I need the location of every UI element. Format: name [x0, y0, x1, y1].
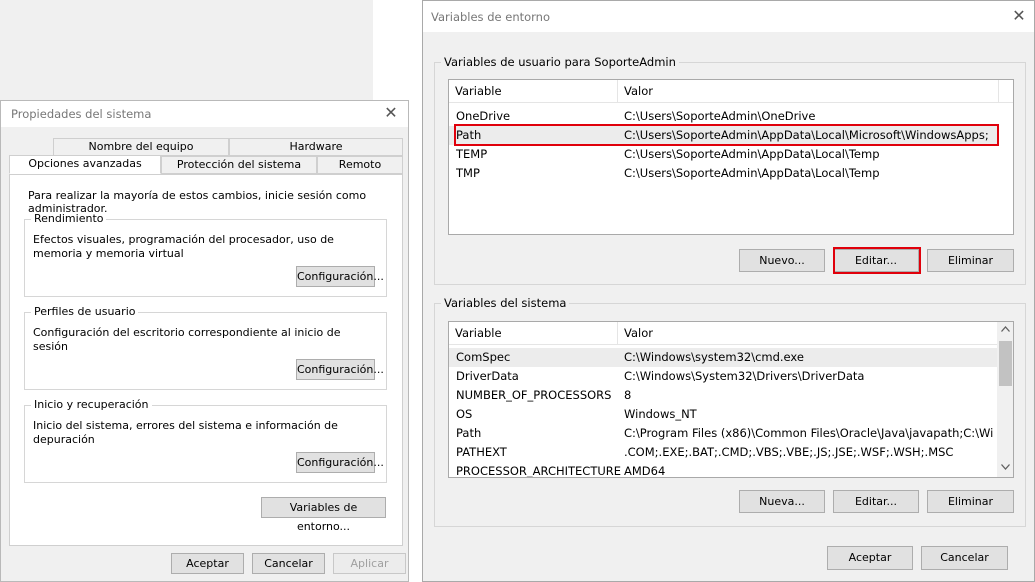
startup-recovery-settings-button[interactable]: Configuración...	[296, 452, 384, 473]
variable-name: Path	[456, 128, 482, 142]
user-variables-group: Variables de usuario para SoporteAdmin V…	[434, 55, 1026, 285]
variable-value: C:\Windows\system32\cmd.exe	[624, 350, 804, 364]
user-variables-legend: Variables de usuario para SoporteAdmin	[441, 55, 679, 69]
column-header-variable[interactable]: Variable	[449, 80, 618, 103]
variable-name: Path	[456, 426, 482, 440]
apply-button[interactable]: Aplicar	[333, 553, 406, 574]
cancel-button[interactable]: Cancelar	[252, 553, 325, 574]
list-item[interactable]: OneDrive C:\Users\SoporteAdmin\OneDrive	[449, 107, 997, 126]
env-dialog-title: Variables de entorno	[431, 10, 550, 24]
list-header: Variable Valor	[449, 80, 1013, 103]
variable-name: TMP	[456, 166, 480, 180]
variable-value: 8	[624, 388, 632, 402]
system-variables-group: Variables del sistema Variable Valor Com…	[434, 296, 1026, 527]
chevron-down-icon[interactable]	[997, 460, 1013, 477]
performance-description: Efectos visuales, programación del proce…	[33, 233, 334, 260]
dialog-title: Propiedades del sistema	[11, 107, 152, 121]
user-profiles-legend: Perfiles de usuario	[31, 305, 139, 318]
user-profiles-settings-button[interactable]: Configuración...	[296, 359, 384, 380]
variable-value: .COM;.EXE;.BAT;.CMD;.VBS;.VBE;.JS;.JSE;.…	[624, 445, 954, 459]
startup-recovery-group: Inicio y recuperación Inicio del sistema…	[24, 398, 387, 483]
list-item[interactable]: DriverData C:\Windows\System32\Drivers\D…	[449, 367, 997, 386]
vertical-scrollbar[interactable]	[997, 322, 1013, 477]
system-properties-dialog: Propiedades del sistema ✕ Nombre del equ…	[0, 100, 409, 582]
user-new-button[interactable]: Nuevo...	[739, 249, 825, 272]
list-item[interactable]: NUMBER_OF_PROCESSORS 8	[449, 386, 997, 405]
chevron-up-icon[interactable]	[997, 322, 1013, 339]
close-icon[interactable]: ✕	[380, 103, 402, 123]
list-item-selected[interactable]: ComSpec C:\Windows\system32\cmd.exe	[449, 348, 997, 367]
list-item-selected[interactable]: Path C:\Users\SoporteAdmin\AppData\Local…	[449, 126, 997, 145]
list-header: Variable Valor	[449, 322, 997, 345]
tab-advanced-options[interactable]: Opciones avanzadas	[9, 155, 161, 174]
list-item[interactable]: Path C:\Program Files (x86)\Common Files…	[449, 424, 997, 443]
env-titlebar: Variables de entorno ✕	[423, 1, 1034, 32]
variable-value: C:\Users\SoporteAdmin\AppData\Local\Temp	[624, 166, 880, 180]
scrollbar-thumb[interactable]	[999, 341, 1012, 386]
user-delete-button[interactable]: Eliminar	[927, 249, 1014, 272]
variable-name: PROCESSOR_ARCHITECTURE	[456, 464, 622, 478]
variable-name: OS	[456, 407, 473, 421]
column-header-value[interactable]: Valor	[618, 322, 997, 345]
performance-group: Rendimiento Efectos visuales, programaci…	[24, 212, 387, 297]
system-properties-titlebar: Propiedades del sistema ✕	[1, 101, 408, 127]
variable-name: OneDrive	[456, 109, 511, 123]
list-item[interactable]: OS Windows_NT	[449, 405, 997, 424]
env-ok-button[interactable]: Aceptar	[827, 546, 913, 570]
list-item[interactable]: PROCESSOR_ARCHITECTURE AMD64	[449, 462, 997, 478]
startup-recovery-description: Inicio del sistema, errores del sistema …	[33, 419, 338, 446]
list-item[interactable]: TMP C:\Users\SoporteAdmin\AppData\Local\…	[449, 164, 997, 183]
system-delete-button[interactable]: Eliminar	[927, 490, 1014, 513]
performance-legend: Rendimiento	[31, 212, 107, 225]
variable-value: Windows_NT	[624, 407, 697, 421]
variable-value: AMD64	[624, 464, 666, 478]
background-window	[0, 0, 373, 100]
variable-name: PATHEXT	[456, 445, 507, 459]
variable-value: C:\Program Files (x86)\Common Files\Orac…	[624, 426, 994, 440]
list-item[interactable]: PATHEXT .COM;.EXE;.BAT;.CMD;.VBS;.VBE;.J…	[449, 443, 997, 462]
system-variables-list[interactable]: Variable Valor ComSpec C:\Windows\system…	[448, 321, 1014, 478]
variable-name: DriverData	[456, 369, 519, 383]
variable-value: C:\Users\SoporteAdmin\OneDrive	[624, 109, 816, 123]
tab-remote[interactable]: Remoto	[317, 156, 403, 174]
environment-variables-dialog: Variables de entorno ✕ Variables de usua…	[422, 0, 1035, 582]
tab-system-protection[interactable]: Protección del sistema	[161, 156, 317, 174]
user-profiles-description: Configuración del escritorio correspondi…	[33, 326, 341, 353]
tab-strip: Nombre del equipo Hardware Opciones avan…	[9, 138, 403, 174]
list-item[interactable]: TEMP C:\Users\SoporteAdmin\AppData\Local…	[449, 145, 997, 164]
variable-name: TEMP	[456, 147, 488, 161]
environment-variables-button[interactable]: Variables de entorno...	[261, 497, 386, 533]
column-header-variable[interactable]: Variable	[449, 322, 618, 345]
variable-value: C:\Users\SoporteAdmin\AppData\Local\Temp	[624, 147, 880, 161]
user-profiles-group: Perfiles de usuario Configuración del es…	[24, 305, 387, 390]
system-variables-legend: Variables del sistema	[441, 296, 570, 310]
system-edit-button[interactable]: Editar...	[833, 490, 919, 513]
user-variables-list[interactable]: Variable Valor OneDrive C:\Users\Soporte…	[448, 79, 1014, 235]
system-new-button[interactable]: Nueva...	[739, 490, 825, 513]
tab-computer-name[interactable]: Nombre del equipo	[53, 138, 229, 156]
ok-button[interactable]: Aceptar	[171, 553, 244, 574]
advanced-options-panel: Para realizar la mayoría de estos cambio…	[9, 174, 403, 546]
performance-settings-button[interactable]: Configuración...	[296, 266, 384, 287]
startup-recovery-legend: Inicio y recuperación	[31, 398, 152, 411]
variable-name: ComSpec	[456, 350, 511, 364]
env-cancel-button[interactable]: Cancelar	[921, 546, 1008, 570]
variable-value: C:\Users\SoporteAdmin\AppData\Local\Micr…	[624, 128, 989, 142]
tab-hardware[interactable]: Hardware	[229, 138, 403, 156]
column-header-value[interactable]: Valor	[618, 80, 999, 103]
user-edit-button[interactable]: Editar...	[833, 249, 919, 272]
variable-value: C:\Windows\System32\Drivers\DriverData	[624, 369, 865, 383]
close-icon[interactable]: ✕	[1008, 6, 1030, 26]
variable-name: NUMBER_OF_PROCESSORS	[456, 388, 612, 402]
